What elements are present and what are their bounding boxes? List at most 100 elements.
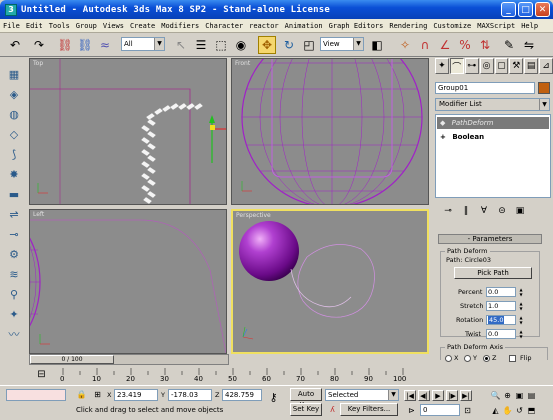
pin-stack-icon[interactable]: ⊸ <box>441 204 455 218</box>
select-and-scale-icon[interactable]: ◰ <box>300 36 318 54</box>
menu-modifiers[interactable]: Modifiers <box>158 22 202 30</box>
selection-filter-dropdown[interactable]: All ▼ <box>121 37 165 51</box>
axis-y-radio[interactable] <box>464 355 471 362</box>
viewport-perspective[interactable]: Perspective <box>231 209 429 354</box>
object-color-swatch[interactable] <box>538 82 550 94</box>
utilities-tab-icon[interactable]: ⚒ <box>509 58 524 74</box>
pan-icon[interactable]: ✋ <box>502 405 513 416</box>
maxscript-listener[interactable] <box>6 389 66 401</box>
display-tab-icon[interactable]: ▢ <box>494 58 509 74</box>
select-and-rotate-icon[interactable]: ↻ <box>280 36 298 54</box>
zoom-extents-all-icon[interactable]: ▤ <box>526 390 537 401</box>
zoom-extents-icon[interactable]: ▣ <box>514 390 525 401</box>
spinner-snap-icon[interactable]: ⇅ <box>476 36 494 54</box>
hierarchy-tab-icon[interactable]: ⊶ <box>464 58 479 74</box>
select-object-icon[interactable]: ↖ <box>172 36 190 54</box>
viewport-top[interactable]: Top <box>29 58 227 205</box>
spinner-arrows-icon[interactable]: ▲ ▼ <box>518 329 524 339</box>
time-slider[interactable]: 0 / 100 <box>29 354 229 365</box>
go-to-end-icon[interactable]: ▶| <box>460 390 472 401</box>
water-icon[interactable]: 〰 <box>6 326 22 342</box>
parameters-rollout-header[interactable]: - Parameters <box>438 234 542 244</box>
key-mode-toggle-icon[interactable]: ⊳ <box>406 405 417 416</box>
axis-x-radio[interactable] <box>445 355 452 362</box>
maximize-viewport-icon[interactable]: ⬒ <box>526 405 537 416</box>
absolute-mode-icon[interactable]: ⊞ <box>92 389 103 400</box>
time-configuration-icon[interactable]: ⊡ <box>462 405 473 416</box>
pick-path-button[interactable]: Pick Path <box>454 267 532 279</box>
light-bulb-icon[interactable]: ◆ <box>437 119 445 127</box>
deforming-mesh-icon[interactable]: ✸ <box>6 166 22 182</box>
bind-space-warp-icon[interactable]: ≈ <box>96 36 114 54</box>
menu-customize[interactable]: Customize <box>430 22 474 30</box>
wind-icon[interactable]: ≋ <box>6 266 22 282</box>
extra-tab-icon[interactable]: ▤ <box>524 58 539 74</box>
key-mode-dropdown[interactable]: Selected ▼ <box>325 389 399 401</box>
undo-icon[interactable]: ↶ <box>6 36 24 54</box>
zoom-icon[interactable]: 🔍 <box>490 390 501 401</box>
pivot-center-icon[interactable]: ◧ <box>368 36 386 54</box>
manipulate-icon[interactable]: ✧ <box>396 36 414 54</box>
object-name-field[interactable]: Group01 <box>435 82 535 94</box>
z-coordinate-field[interactable]: 428.759 <box>222 389 262 401</box>
modifier-list-dropdown[interactable]: Modifier List ▼ <box>435 98 550 111</box>
field-of-view-icon[interactable]: ◭ <box>490 405 501 416</box>
next-frame-icon[interactable]: |▶ <box>446 390 458 401</box>
mirror-icon[interactable]: ⇋ <box>520 36 538 54</box>
track-bar[interactable]: 0 10 20 30 40 50 60 70 80 90 100 <box>29 366 407 384</box>
dashpot-icon[interactable]: ⊸ <box>6 226 22 242</box>
expand-icon[interactable]: + <box>437 133 446 141</box>
graphite-tab-icon[interactable]: ⊿ <box>539 58 553 74</box>
spinner-arrows-icon[interactable]: ▲ ▼ <box>518 287 524 297</box>
window-crossing-icon[interactable]: ◉ <box>232 36 250 54</box>
close-button[interactable]: ✕ <box>535 2 550 17</box>
minimize-button[interactable]: _ <box>501 2 516 17</box>
current-frame-field[interactable]: 0 <box>420 404 460 416</box>
spinner-arrows-icon[interactable]: ▲ ▼ <box>518 301 524 311</box>
cloth-icon[interactable]: ◍ <box>6 106 22 122</box>
show-end-result-icon[interactable]: ‖ <box>459 204 473 218</box>
key-filters-button[interactable]: Key Filters... <box>340 403 398 416</box>
reactor-icon[interactable]: ▦ <box>6 66 22 82</box>
fracture-icon[interactable]: ✦ <box>6 306 22 322</box>
stretch-spinner[interactable]: 1.0 <box>486 301 516 311</box>
key-icon[interactable]: ⚷ <box>268 391 279 404</box>
lock-selection-icon[interactable]: 🔒 <box>76 389 87 400</box>
spinner-arrows-icon[interactable]: ▲ ▼ <box>518 315 524 325</box>
x-coordinate-field[interactable]: 23.419 <box>114 389 158 401</box>
play-icon[interactable]: ▶ <box>432 390 444 401</box>
rope-icon[interactable]: ⟆ <box>6 146 22 162</box>
make-unique-icon[interactable]: ∀ <box>477 204 491 218</box>
menu-reactor[interactable]: reactor <box>246 22 282 30</box>
menu-edit[interactable]: Edit <box>23 22 46 30</box>
menu-file[interactable]: File <box>0 22 23 30</box>
stack-item-boolean[interactable]: + Boolean <box>437 131 549 143</box>
maximize-button[interactable]: □ <box>518 2 533 17</box>
spring-icon[interactable]: ⇌ <box>6 206 22 222</box>
modifier-stack[interactable]: ◆ PathDeform + Boolean <box>435 114 551 198</box>
plane-icon[interactable]: ▬ <box>6 186 22 202</box>
redo-icon[interactable]: ↷ <box>30 36 48 54</box>
viewport-front[interactable]: Front <box>231 58 429 205</box>
configure-modifier-sets-icon[interactable]: ▣ <box>513 204 527 218</box>
rectangular-selection-icon[interactable]: ⬚ <box>212 36 230 54</box>
previous-frame-icon[interactable]: ◀| <box>418 390 430 401</box>
menu-character[interactable]: Character <box>202 22 246 30</box>
angle-snap-icon[interactable]: ∠ <box>436 36 454 54</box>
unlink-icon[interactable]: ⛓ <box>76 36 94 54</box>
motion-tab-icon[interactable]: ◎ <box>479 58 494 74</box>
snap-toggle-icon[interactable]: ∩ <box>416 36 434 54</box>
twist-spinner[interactable]: 0.0 <box>486 329 516 339</box>
remove-modifier-icon[interactable]: ⊝ <box>495 204 509 218</box>
create-tab-icon[interactable]: ✦ <box>435 58 449 74</box>
set-key-button[interactable]: Set Key <box>290 403 322 416</box>
arc-rotate-icon[interactable]: ↺ <box>514 405 525 416</box>
menu-rendering[interactable]: Rendering <box>386 22 430 30</box>
auto-key-button[interactable]: Auto Key <box>290 388 322 409</box>
menu-maxscript[interactable]: MAXScript <box>474 22 518 30</box>
select-and-link-icon[interactable]: ⛓ <box>56 36 74 54</box>
percent-snap-icon[interactable]: % <box>456 36 474 54</box>
viewport-left[interactable]: Left <box>29 209 227 354</box>
set-key-icon[interactable]: ʎ <box>327 404 338 415</box>
select-and-move-icon[interactable]: ✥ <box>258 36 276 54</box>
